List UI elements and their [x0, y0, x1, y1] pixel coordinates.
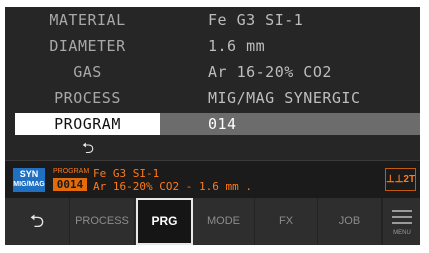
- param-row-process[interactable]: PROCESS MIG/MAG SYNERGIC: [5, 87, 420, 109]
- synergic-badge: SYN MIG/MAG: [13, 168, 45, 192]
- menu-button[interactable]: MENU: [382, 198, 420, 245]
- bottom-toolbar: ⮌ PROCESS PRG MODE FX JOB MENU: [5, 198, 420, 245]
- job-button[interactable]: JOB: [318, 198, 382, 245]
- program-tag-label: PROGRAM: [53, 168, 90, 175]
- status-line-2: Ar 16-20% CO2 - 1.6 mm .: [93, 180, 252, 193]
- back-button[interactable]: ⮌: [5, 198, 70, 245]
- param-label: PROCESS: [54, 89, 121, 107]
- param-row-gas[interactable]: GAS Ar 16-20% CO2: [5, 61, 420, 83]
- status-summary: Fe G3 SI-1 Ar 16-20% CO2 - 1.6 mm .: [93, 167, 363, 193]
- param-label: GAS: [73, 63, 102, 81]
- param-row-material[interactable]: MATERIAL Fe G3 SI-1: [5, 9, 420, 31]
- bezel-left: [0, 0, 5, 253]
- welder-display: MATERIAL Fe G3 SI-1 DIAMETER 1.6 mm GAS …: [0, 0, 429, 253]
- syn-badge-line2: MIG/MAG: [13, 181, 45, 188]
- menu-label: MENU: [393, 230, 411, 236]
- param-row-program[interactable]: PROGRAM 014: [5, 113, 420, 135]
- bezel-bottom: [0, 245, 429, 253]
- param-value: 1.6 mm: [208, 37, 266, 55]
- mode-button[interactable]: MODE: [193, 198, 255, 245]
- param-label: PROGRAM: [15, 113, 160, 135]
- back-arrow-icon: ⮌: [29, 211, 45, 231]
- torch-trigger-icon: ⊥⊥: [386, 174, 404, 185]
- param-row-diameter[interactable]: DIAMETER 1.6 mm: [5, 35, 420, 57]
- program-number: 0014: [53, 178, 87, 191]
- prg-button[interactable]: PRG: [136, 198, 193, 245]
- param-value: MIG/MAG SYNERGIC: [208, 89, 361, 107]
- bezel-top: [0, 0, 429, 7]
- status-bar: SYN MIG/MAG PROGRAM 0014 Fe G3 SI-1 Ar 1…: [5, 160, 420, 198]
- program-tag: PROGRAM 0014: [53, 167, 90, 193]
- syn-badge-line1: SYN: [19, 169, 39, 179]
- fx-button[interactable]: FX: [255, 198, 318, 245]
- selected-value-highlight: [160, 113, 420, 135]
- param-value: Fe G3 SI-1: [208, 11, 304, 29]
- status-line-1: Fe G3 SI-1: [93, 167, 160, 180]
- param-value: Ar 16-20% CO2: [208, 63, 332, 81]
- param-label: MATERIAL: [49, 11, 126, 29]
- hamburger-menu-icon: [392, 210, 412, 226]
- param-value: 014: [208, 115, 237, 133]
- trigger-mode-label: 2T: [403, 174, 416, 185]
- back-arrow-icon[interactable]: ⮌: [78, 139, 98, 157]
- parameter-list: MATERIAL Fe G3 SI-1 DIAMETER 1.6 mm GAS …: [5, 7, 420, 160]
- bezel-right: [420, 0, 429, 253]
- process-button[interactable]: PROCESS: [70, 198, 135, 245]
- trigger-mode-indicator: ⊥⊥2T: [385, 168, 416, 191]
- param-label: DIAMETER: [49, 37, 126, 55]
